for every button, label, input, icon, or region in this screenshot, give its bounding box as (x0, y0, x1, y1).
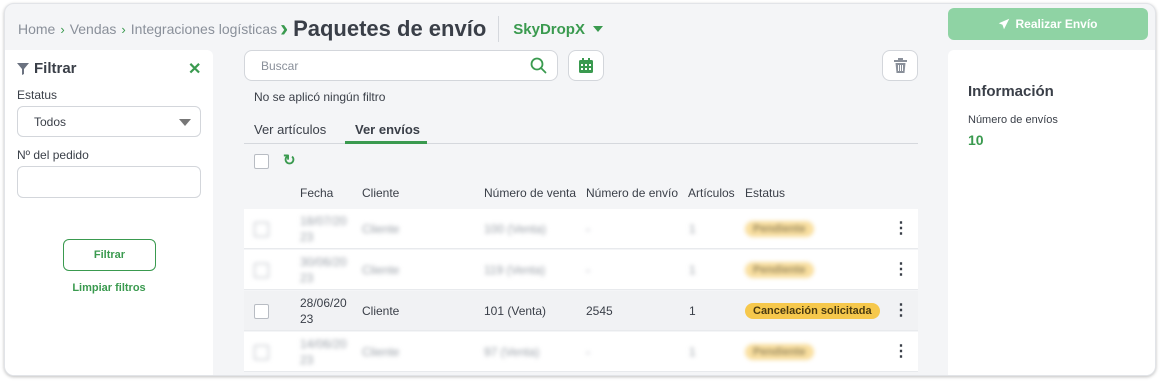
table-row[interactable]: 18/07/20 23 Cliente 100 (Venta) - 1 Pend… (244, 209, 918, 249)
search-placeholder: Buscar (261, 58, 299, 73)
row-checkbox[interactable] (254, 221, 269, 237)
fecha-cell: 14/06/20 23 (300, 332, 347, 372)
carrier-dropdown[interactable]: SkyDropX (513, 21, 603, 38)
table-row[interactable]: 30/06/20 23 Cliente 119 (Venta) - 1 Pend… (244, 250, 918, 290)
tabs: Ver artículos Ver envíos (244, 117, 918, 144)
envio-cell: 2545 (586, 304, 613, 318)
venta-cell: 97 (Venta) (484, 345, 540, 359)
breadcrumb: Home › Vendas › Integraciones logísticas… (18, 14, 603, 44)
envios-count-label: Número de envíos (968, 114, 1058, 126)
caret-down-icon (179, 119, 191, 126)
row-checkbox[interactable] (254, 344, 269, 360)
pedido-label: Nº del pedido (17, 148, 89, 162)
carrier-label: SkyDropX (513, 20, 585, 38)
cliente-cell: Cliente (362, 222, 400, 236)
envio-cell: - (586, 263, 590, 277)
fecha-line: 23 (300, 353, 314, 367)
divider (498, 16, 500, 42)
row-checkbox[interactable] (254, 262, 269, 278)
articulos-cell: 1 (689, 222, 696, 236)
articulos-cell: 1 (689, 345, 696, 359)
col-articulos: Artículos (688, 186, 735, 200)
tab-ver-articulos[interactable]: Ver artículos (254, 122, 326, 137)
table-row[interactable]: 28/06/20 23 Cliente 101 (Venta) 2545 1 C… (244, 291, 918, 331)
no-filter-text: No se aplicó ningún filtro (254, 90, 386, 104)
venta-cell: 100 (Venta) (484, 222, 547, 236)
status-badge: Pendiente (745, 344, 814, 360)
filter-panel: Filtrar ✕ Estatus Todos Nº del pedido Fi… (5, 50, 213, 375)
status-badge: Pendiente (745, 262, 814, 278)
page-title: Paquetes de envío (293, 16, 487, 41)
search-icon[interactable] (530, 57, 547, 74)
search-input[interactable]: Buscar (244, 50, 558, 81)
select-all-checkbox[interactable] (254, 154, 269, 169)
delete-button[interactable] (882, 50, 918, 81)
fecha-cell: 30/06/20 23 (300, 250, 347, 290)
col-numero-venta: Número de venta (484, 186, 577, 200)
estatus-value: Todos (34, 114, 67, 129)
app-frame: Home › Vendas › Integraciones logísticas… (4, 3, 1156, 376)
funnel-icon (17, 62, 29, 75)
table-row[interactable]: 14/06/20 23 Cliente 97 (Venta) - 1 Pendi… (244, 332, 918, 372)
col-numero-envio: Número de envío (586, 186, 679, 200)
fecha-line: 23 (300, 312, 314, 326)
more-vert-icon[interactable]: ⋮ (893, 221, 909, 237)
fecha-line: 23 (300, 271, 314, 285)
breadcrumb-integraciones[interactable]: Integraciones logísticas (131, 21, 277, 37)
tab-ver-envios[interactable]: Ver envíos (355, 122, 420, 137)
chevron-right-icon: › (280, 15, 289, 42)
fecha-line: 30/06/20 (300, 255, 347, 269)
active-tab-indicator (345, 141, 427, 144)
clear-filters-link[interactable]: Limpiar filtros (5, 282, 213, 294)
breadcrumb-home[interactable]: Home (18, 21, 55, 37)
row-checkbox[interactable] (254, 303, 269, 319)
more-vert-icon[interactable]: ⋮ (893, 262, 909, 278)
venta-cell: 119 (Venta) (484, 263, 546, 277)
realizar-envio-button[interactable]: Realizar Envío (948, 8, 1148, 40)
status-badge: Pendiente (745, 221, 814, 237)
chevron-right-icon: › (121, 21, 126, 37)
fecha-cell: 28/06/20 23 (300, 291, 347, 331)
breadcrumb-vendas[interactable]: Vendas (70, 21, 117, 37)
articulos-cell: 1 (689, 304, 696, 318)
fecha-line: 28/06/20 (300, 296, 347, 310)
cliente-cell: Cliente (362, 345, 400, 359)
envio-cell: - (586, 345, 590, 359)
info-title: Información (968, 83, 1054, 100)
calendar-button[interactable] (568, 50, 604, 81)
envios-count-value: 10 (968, 132, 984, 148)
chevron-right-icon: › (60, 21, 65, 37)
info-panel: Información Número de envíos 10 (948, 50, 1155, 375)
fecha-line: 23 (300, 230, 314, 244)
filtrar-button[interactable]: Filtrar (63, 239, 156, 271)
refresh-icon[interactable]: ↻ (283, 151, 296, 169)
fecha-line: 14/06/20 (300, 337, 347, 351)
articulos-cell: 1 (689, 263, 696, 277)
col-cliente: Cliente (362, 186, 400, 200)
cliente-cell: Cliente (362, 263, 400, 277)
more-vert-icon[interactable]: ⋮ (893, 344, 909, 360)
close-icon[interactable]: ✕ (188, 59, 201, 79)
more-vert-icon[interactable]: ⋮ (893, 303, 909, 319)
realizar-envio-label: Realizar Envío (1015, 17, 1098, 31)
filter-header: Filtrar (17, 60, 77, 77)
pedido-input[interactable] (17, 166, 201, 198)
fecha-cell: 18/07/20 23 (300, 209, 347, 249)
cliente-cell: Cliente (362, 304, 400, 318)
calendar-icon (579, 58, 593, 73)
table-toolbar: ↻ (254, 151, 296, 169)
estatus-select[interactable]: Todos (17, 106, 201, 137)
caret-down-icon (592, 26, 603, 32)
envio-cell: - (586, 222, 590, 236)
col-estatus: Estatus (745, 186, 786, 200)
paper-plane-icon (999, 18, 1010, 30)
filter-title: Filtrar (34, 60, 77, 77)
col-fecha: Fecha (300, 186, 334, 200)
fecha-line: 18/07/20 (300, 214, 347, 228)
trash-icon (893, 58, 907, 73)
estatus-label: Estatus (17, 88, 58, 102)
venta-cell: 101 (Venta) (484, 304, 547, 318)
status-badge: Cancelación solicitada (745, 303, 880, 319)
